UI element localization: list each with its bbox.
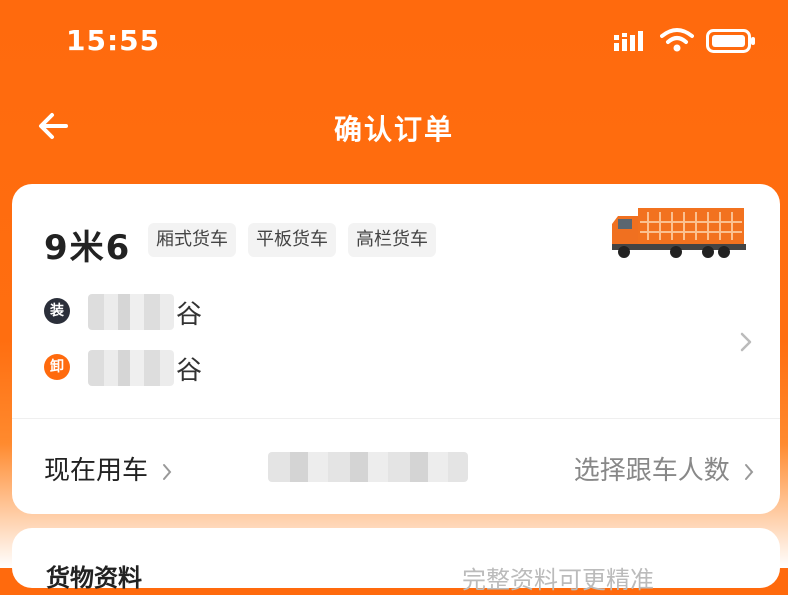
vehicle-tag: 高栏货车 <box>348 223 436 257</box>
use-time-label: 现在用车 <box>44 456 149 486</box>
truck-image <box>612 208 746 258</box>
unload-address[interactable]: 谷 <box>176 350 202 387</box>
companion-count-selector[interactable]: 选择跟车人数 <box>574 450 754 487</box>
unload-badge: 卸 <box>44 354 70 380</box>
load-address-redacted <box>88 294 174 330</box>
cellular-signal-icon <box>614 31 643 51</box>
order-card: 9米6 厢式货车 平板货车 高栏货车 装 谷 卸 谷 现在用车 选择跟车人数 <box>12 184 780 514</box>
chevron-right-icon[interactable] <box>738 330 754 354</box>
goods-card[interactable]: 货物资料 完整资料可更精准 <box>12 528 780 594</box>
companion-count-label: 选择跟车人数 <box>573 456 730 486</box>
status-bar: 15:55 <box>0 0 788 80</box>
status-time: 15:55 <box>66 24 161 57</box>
middle-option-redacted[interactable] <box>268 452 468 482</box>
navigation-bar: 确认订单 <box>0 96 788 160</box>
goods-title: 货物资料 <box>46 564 142 592</box>
page-title: 确认订单 <box>333 113 454 146</box>
battery-icon <box>706 29 755 53</box>
chevron-right-icon <box>163 463 172 480</box>
use-time-selector[interactable]: 现在用车 <box>44 450 172 487</box>
unload-address-redacted <box>88 350 174 386</box>
load-address[interactable]: 谷 <box>176 294 202 331</box>
vehicle-tag: 厢式货车 <box>148 223 236 257</box>
vehicle-tag: 平板货车 <box>248 223 336 257</box>
load-badge: 装 <box>44 298 70 324</box>
wifi-icon <box>660 28 694 52</box>
vehicle-size: 9米6 <box>44 228 132 268</box>
chevron-right-icon <box>745 463 754 480</box>
goods-note: 完整资料可更精准 <box>462 566 654 594</box>
divider <box>12 418 780 419</box>
